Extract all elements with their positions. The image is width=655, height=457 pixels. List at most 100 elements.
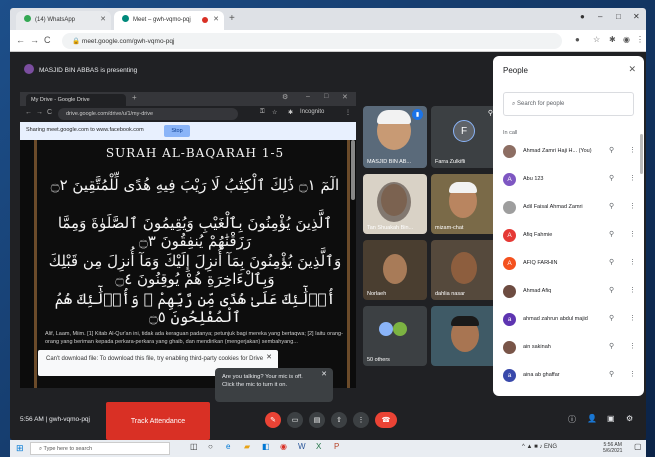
close-window-icon[interactable]: ✕ [633,12,640,21]
tab-strip: (14) WhatsApp ✕ Meet – gwh-vqmo-pqj ✕ + ● … [10,8,646,30]
notification-icon[interactable]: ▢ [634,442,642,451]
scrollbar[interactable] [640,134,643,174]
star-icon: ☆ [272,110,278,116]
track-attendance-button[interactable]: Track Attendance [106,402,210,440]
mic-off-button[interactable]: ✎ [265,412,281,428]
more-options-icon[interactable]: ⋮ [629,342,636,350]
close-icon[interactable]: ✕ [321,371,327,379]
avatar [24,64,34,74]
participant-tile[interactable]: Tan Shuakah Bin... [363,174,427,234]
store-icon[interactable]: ◧ [262,442,270,451]
system-tray[interactable]: ^ ▲ ■ ♪ ENG [522,444,557,450]
captions-button[interactable]: ▤ [309,412,325,428]
participant-row[interactable]: a aina ab ghaffar ⚲ ⋮ [493,364,644,388]
star-icon[interactable]: ☆ [593,35,600,44]
participant-tile[interactable]: F ⚲ Farra Zulkifli [431,106,497,168]
taskbar-search-input[interactable]: ⌕ Type here to search [30,442,170,455]
participant-row[interactable]: A AFIQ FARHIN ⚲ ⋮ [493,252,644,276]
windows-start-icon[interactable]: ⊞ [16,443,24,454]
participant-tile[interactable]: dahlia nasar [431,240,497,300]
participant-face [451,252,477,284]
avatar[interactable]: ◉ [623,35,630,44]
more-options-icon[interactable]: ⋮ [629,230,636,238]
translation-text: Alif, Laam, Miim. [1] Kitab Al-Qur'an in… [45,331,343,345]
extensions-icon[interactable]: ✱ [609,35,616,44]
participant-row[interactable]: A Abu 123 ⚲ ⋮ [493,168,644,192]
close-icon[interactable]: ✕ [628,64,636,75]
download-error-text: Can't download file: To download this fi… [46,356,264,362]
powerpoint-icon[interactable]: P [334,442,339,451]
mic-off-icon: ⚲ [609,371,615,378]
more-options-icon[interactable]: ⋮ [629,146,636,154]
tab-whatsapp[interactable]: (14) WhatsApp ✕ [16,11,111,30]
info-icon[interactable]: ⓘ [568,414,576,425]
participant-row[interactable]: Ahmad Zamri Haji H... (You) ⚲ ⋮ [493,140,644,164]
reload-icon[interactable]: C [44,35,51,45]
activities-icon[interactable]: ⚙ [626,414,633,423]
participant-row[interactable]: a ahmad zahrun abdul majid ⚲ ⋮ [493,308,644,332]
close-tab-icon[interactable]: ✕ [213,15,219,23]
search-input[interactable]: ⌕ Search for people [503,92,634,116]
camera-button[interactable]: ▭ [287,412,303,428]
avatar [393,322,407,336]
chat-icon[interactable]: ▣ [607,414,615,423]
scrollbar [351,140,355,200]
word-icon[interactable]: W [298,442,306,451]
tooltip-line: Click the mic to turn it on. [222,382,288,388]
incognito-label: Incognito [300,109,325,115]
participant-name: ahmad zahrun abdul majid [523,316,588,322]
mic-off-icon: ⚲ [609,287,615,294]
camera-icon[interactable]: ● [575,35,580,44]
task-view-icon[interactable]: ◫ [190,442,198,451]
more-options-icon[interactable]: ⋮ [629,174,636,182]
folder-icon[interactable]: ▰ [244,442,250,451]
participant-tile[interactable]: mizam-chat [431,174,497,234]
participant-row[interactable]: ain sakinah ⚲ ⋮ [493,336,644,360]
cortana-icon[interactable]: ○ [208,442,213,451]
more-options-icon[interactable]: ⋮ [629,370,636,378]
mic-off-icon: ⚲ [609,175,615,182]
participant-name: AFIQ FARHIN [523,260,558,266]
participant-name: dahlia nasar [435,291,465,297]
more-options-icon[interactable]: ⋮ [629,314,636,322]
maximize-icon[interactable]: □ [616,12,621,21]
more-options-icon[interactable]: ⋮ [629,202,636,210]
menu-icon[interactable]: ⋮ [636,35,644,44]
close-tab-icon[interactable]: ✕ [100,15,106,23]
meet-stage: MASJID BIN ABBAS is presenting My Drive … [10,52,646,440]
avatar: A [503,257,516,270]
participant-name: aina ab ghaffar [523,372,560,378]
participant-tile[interactable]: ▮ MASJID BIN AB... [363,106,427,168]
minimize-icon[interactable]: – [598,12,602,21]
participant-row[interactable]: Ahmad Afiq ⚲ ⋮ [493,280,644,304]
address-input[interactable]: 🔒 meet.google.com/gwh-vqmo-pqj [62,33,562,49]
people-icon[interactable]: 👤 [587,414,597,423]
new-tab-icon[interactable]: + [229,13,235,24]
excel-icon[interactable]: X [316,442,321,451]
leave-call-button[interactable]: ☎ [375,412,397,428]
taskbar-clock[interactable]: 5:56 AM 5/6/2021 [603,442,622,454]
address-bar-row: ← → C 🔒 meet.google.com/gwh-vqmo-pqj ● ☆… [10,30,646,52]
chrome-icon[interactable]: ◉ [280,442,287,451]
avatar: A [503,229,516,242]
forward-icon[interactable]: → [30,35,39,45]
present-button[interactable]: ⇧ [331,412,347,428]
participant-row[interactable]: A Afiq Fahmie ⚲ ⋮ [493,224,644,248]
close-icon: ✕ [266,354,272,361]
key-icon: ⚿ [260,109,265,115]
presenting-banner: MASJID BIN ABBAS is presenting [18,60,218,78]
back-icon[interactable]: ← [16,35,25,45]
participant-tile[interactable] [431,306,497,366]
more-options-button[interactable]: ⋮ [353,412,369,428]
more-options-icon[interactable]: ⋮ [629,258,636,266]
more-options-icon[interactable]: ⋮ [629,286,636,294]
edge-icon[interactable]: e [226,442,230,451]
others-tile[interactable]: 50 others [363,306,427,366]
participant-tile[interactable]: Norlaeh [363,240,427,300]
surah-title: SURAH AL-BAQARAH 1-5 [105,146,285,160]
avatar [503,285,516,298]
chrome-window: (14) WhatsApp ✕ Meet – gwh-vqmo-pqj ✕ + ● … [10,8,646,440]
participant-row[interactable]: Adil Faisal Ahmad Zamri ⚲ ⋮ [493,196,644,220]
tab-meet[interactable]: Meet – gwh-vqmo-pqj ✕ [114,11,224,30]
profile-icon[interactable]: ● [580,12,585,21]
